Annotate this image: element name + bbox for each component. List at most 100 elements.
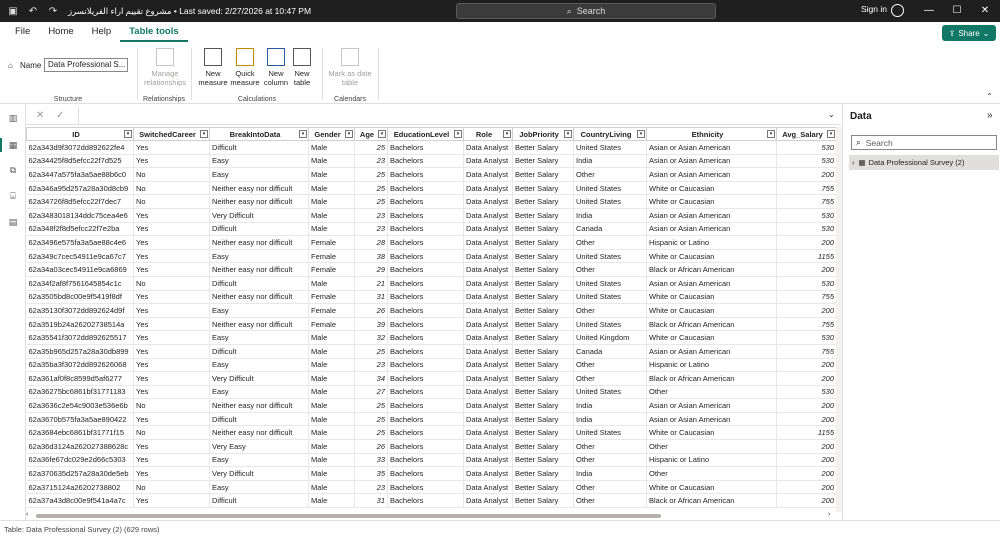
table-cell[interactable]: 34 [354, 371, 388, 386]
expand-formula-icon[interactable]: ⌄ [828, 110, 835, 119]
table-row[interactable]: 62a34726f8d5efcc22f7dec7 No Neither easy n… [26, 194, 836, 209]
table-cell[interactable]: 31 [354, 290, 388, 305]
table-cell[interactable]: Male [308, 154, 355, 169]
table-cell[interactable]: Yes [133, 385, 210, 400]
table-cell[interactable]: 35 [354, 466, 388, 481]
table-cell[interactable]: 200 [776, 371, 836, 386]
table-cell[interactable]: Male [308, 398, 355, 413]
filter-dropdown-icon[interactable]: ▾ [767, 130, 775, 138]
table-cell[interactable]: 530 [776, 385, 836, 400]
table-cell[interactable]: Yes [133, 493, 210, 509]
table-cell[interactable]: Female [308, 317, 355, 332]
table-cell[interactable]: Neither easy nor difficult [209, 181, 309, 196]
table-cell[interactable]: Asian or Asian American [646, 222, 777, 237]
table-cell[interactable]: Bachelors [387, 249, 464, 264]
filter-dropdown-icon[interactable]: ▾ [200, 130, 208, 138]
table-cell[interactable]: White or Caucasian [646, 480, 777, 495]
table-cell[interactable]: Data Analyst [463, 167, 513, 182]
table-cell[interactable]: Yes [133, 222, 210, 237]
table-cell[interactable]: Yes [133, 358, 210, 373]
table-row[interactable]: 62a361af0f8c8599d5af6277 Yes Very Difficul… [26, 371, 836, 386]
table-row[interactable]: 62a348f2f8d5efcc22f7e2ba Yes Difficult Male… [26, 222, 836, 237]
table-cell[interactable]: Bachelors [387, 262, 464, 277]
cancel-formula-icon[interactable]: ✕ [36, 110, 44, 121]
table-cell[interactable]: Better Salary [512, 439, 574, 454]
table-row[interactable]: 62a3505bd8c00e9f5419f8df Yes Neither easy … [26, 290, 836, 305]
table-cell[interactable]: Male [308, 466, 355, 481]
dax-query-icon[interactable]: ⌸ [7, 190, 19, 202]
table-cell[interactable]: Neither easy nor difficult [209, 398, 309, 413]
table-cell[interactable]: Male [308, 222, 355, 237]
table-cell[interactable]: 33 [354, 453, 388, 468]
table-cell[interactable]: 32 [354, 330, 388, 345]
table-cell[interactable]: Bachelors [387, 167, 464, 182]
scroll-thumb[interactable] [36, 514, 661, 518]
table-cell[interactable]: 38 [354, 249, 388, 264]
table-cell[interactable]: 200 [776, 453, 836, 468]
table-cell[interactable]: Easy [209, 358, 309, 373]
table-row[interactable]: 62a36d3124a262027388628c Yes Very Easy Male… [26, 439, 836, 454]
table-cell[interactable]: 62a36fe67dc029e2d66c5303 [26, 453, 134, 468]
table-cell[interactable]: 23 [354, 154, 388, 169]
table-cell[interactable]: 62a35b965d257a28a30db899 [26, 344, 134, 359]
table-cell[interactable]: White or Caucasian [646, 181, 777, 196]
table-cell[interactable]: Other [573, 453, 647, 468]
table-cell[interactable]: Bachelors [387, 330, 464, 345]
new-column-button[interactable]: New column [262, 48, 290, 87]
table-row[interactable]: 62a34a03cec54911e9ca6869 Yes Neither easy … [26, 262, 836, 277]
table-cell[interactable]: White or Caucasian [646, 249, 777, 264]
table-cell[interactable]: 62a34726f8d5efcc22f7dec7 [26, 194, 134, 209]
table-cell[interactable]: Easy [209, 385, 309, 400]
table-cell[interactable]: Better Salary [512, 167, 574, 182]
sign-in-link[interactable]: Sign in [861, 4, 887, 14]
table-cell[interactable]: Bachelors [387, 181, 464, 196]
table-cell[interactable]: Yes [133, 412, 210, 427]
table-cell[interactable]: Yes [133, 290, 210, 305]
table-cell[interactable]: Other [573, 371, 647, 386]
table-cell[interactable]: Difficult [209, 344, 309, 359]
table-cell[interactable]: Data Analyst [463, 276, 513, 291]
column-header[interactable]: Avg_Salary ▾ [776, 127, 836, 141]
table-cell[interactable]: Easy [209, 453, 309, 468]
table-cell[interactable]: Data Analyst [463, 385, 513, 400]
table-cell[interactable]: 1155 [776, 249, 836, 264]
table-cell[interactable]: 23 [354, 222, 388, 237]
table-cell[interactable]: Yes [133, 140, 210, 155]
column-header[interactable]: SwitchedCareer ▾ [133, 127, 210, 141]
table-cell[interactable]: Data Analyst [463, 439, 513, 454]
share-button[interactable]: ⇪ Share ⌄ [942, 25, 996, 41]
table-cell[interactable]: Very Difficult [209, 371, 309, 386]
scroll-right-icon[interactable]: › [828, 511, 830, 518]
table-cell[interactable]: Bachelors [387, 290, 464, 305]
table-cell[interactable]: Data Analyst [463, 493, 513, 509]
table-cell[interactable]: United States [573, 385, 647, 400]
table-name-input[interactable]: Data Professional S... [44, 58, 128, 72]
table-row[interactable]: 62a343d9f3072dd892622fe4 Yes Difficult Male… [26, 140, 836, 155]
table-cell[interactable]: Asian or Asian American [646, 344, 777, 359]
table-cell[interactable]: Female [308, 235, 355, 250]
table-cell[interactable]: 62a361af0f8c8599d5af6277 [26, 371, 134, 386]
table-cell[interactable]: Better Salary [512, 385, 574, 400]
table-cell[interactable]: Asian or Asian American [646, 154, 777, 169]
table-cell[interactable]: 200 [776, 358, 836, 373]
filter-dropdown-icon[interactable]: ▾ [637, 130, 645, 138]
table-row[interactable]: 62a3519b24a26202738514a Yes Neither easy n… [26, 317, 836, 332]
table-cell[interactable]: Other [573, 493, 647, 509]
table-cell[interactable]: No [133, 181, 210, 196]
table-cell[interactable]: Data Analyst [463, 371, 513, 386]
table-row[interactable]: 62a37a43d8c00e9f541a4a7c Yes Difficult Male… [26, 493, 836, 509]
table-cell[interactable]: Data Analyst [463, 140, 513, 155]
table-cell[interactable]: 62a3505bd8c00e9f5419f8df [26, 290, 134, 305]
table-cell[interactable]: Bachelors [387, 385, 464, 400]
table-cell[interactable]: Bachelors [387, 466, 464, 481]
table-cell[interactable]: Asian or Asian American [646, 140, 777, 155]
menu-table-tools[interactable]: Table tools [120, 22, 188, 42]
table-view-icon[interactable]: ▦ [7, 139, 19, 151]
filter-dropdown-icon[interactable]: ▾ [564, 130, 572, 138]
table-cell[interactable]: Asian or Asian American [646, 398, 777, 413]
table-cell[interactable]: 23 [354, 358, 388, 373]
table-cell[interactable]: Better Salary [512, 412, 574, 427]
table-cell[interactable]: Bachelors [387, 303, 464, 318]
table-cell[interactable]: Data Analyst [463, 290, 513, 305]
table-cell[interactable]: No [133, 276, 210, 291]
